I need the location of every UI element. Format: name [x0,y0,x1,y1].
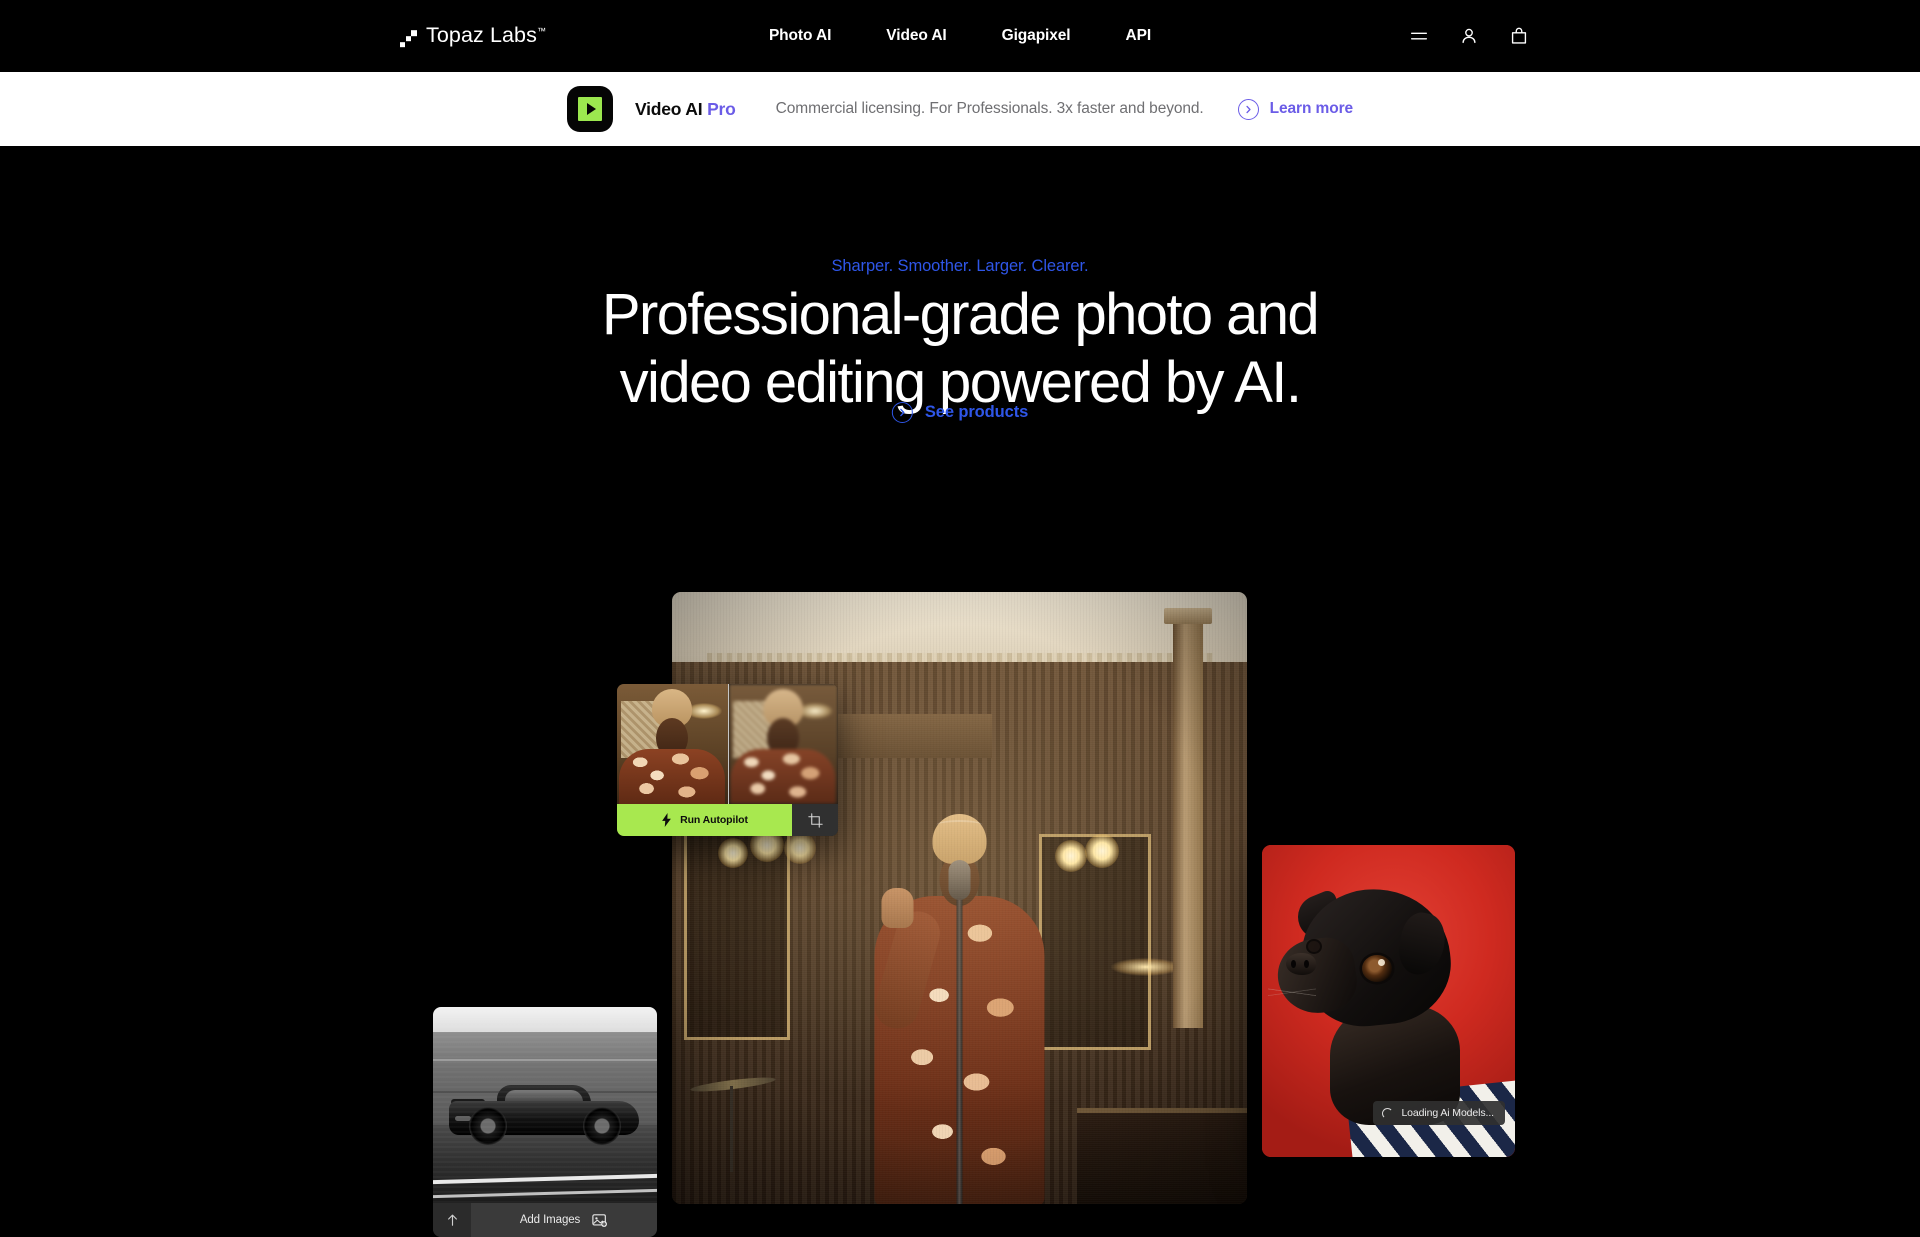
portrait-image [728,684,838,804]
add-image-icon [592,1213,608,1227]
logo-wordmark-text: Topaz Labs [426,23,537,48]
learn-more-label: Learn more [1269,100,1354,117]
scene-microphone [948,860,971,1204]
lightning-bolt-icon [662,813,672,827]
scene-sconce-bulb [784,832,816,864]
scene-cymbal-stand [730,1086,733,1172]
top-navigation-bar: Topaz Labs™ Photo AI Video AI Gigapixel … [0,0,1920,72]
scene-column [1164,608,1212,1028]
menu-icon[interactable] [1408,25,1430,47]
play-badge [577,97,602,121]
photo-ai-toolbar: Run Autopilot [617,804,838,836]
promo-product-name: Video AI Pro [635,99,736,120]
pug-eye-far [1308,941,1320,952]
add-images-label: Add Images [519,1214,581,1226]
scene-singer-hand [881,888,913,928]
sports-car-on-track-image [433,1007,657,1203]
track-lane-line [433,1173,657,1185]
nav-icon-group [1408,25,1530,47]
nav-link-api[interactable]: API [1126,27,1152,45]
nav-link-gigapixel[interactable]: Gigapixel [1002,27,1071,45]
scene-ceiling [672,592,1247,668]
gigapixel-toolbar: Add Images [433,1203,657,1237]
crop-tool-button[interactable] [792,804,838,836]
photo-ai-showcase-card[interactable]: Run Autopilot [617,684,838,836]
upload-button[interactable] [433,1203,471,1237]
video-ai-pro-app-icon [566,86,613,132]
scene-shelf-glow [1111,958,1181,976]
gigapixel-showcase-card[interactable]: Add Images [433,1007,657,1237]
logo-wordmark: Topaz Labs™ [426,23,546,48]
before-after-compare-view[interactable] [617,684,838,804]
portrait-patterned-dress [730,748,836,804]
scene-singer [867,814,1052,1204]
topaz-logo-mark-icon [400,30,417,48]
loading-models-toast: Loading Ai Models... [1373,1101,1505,1125]
promo-product-tier: Pro [707,98,736,119]
cart-icon[interactable] [1508,25,1530,47]
trademark-symbol: ™ [536,26,546,37]
black-pug-on-red-background-image: Loading Ai Models... [1262,845,1515,1157]
pug-whiskers [1268,975,1316,1009]
add-images-button[interactable]: Add Images [471,1213,657,1228]
promo-product-base: Video AI [634,98,703,119]
compare-pane-after [617,684,728,804]
car-wheel-rear [469,1107,507,1145]
loading-models-label: Loading Ai Models... [1401,1107,1494,1119]
chevron-right-circle-icon [1237,98,1259,120]
car-wheel-front [583,1107,621,1145]
hero-section: Sharper. Smoother. Larger. Clearer. Prof… [0,146,1920,1237]
upload-arrow-icon [447,1214,457,1226]
portrait-image [617,684,728,804]
nav-link-photo-ai[interactable]: Photo AI [769,27,831,45]
learn-more-link[interactable]: Learn more [1237,98,1354,120]
primary-nav-links: Photo AI Video AI Gigapixel API [769,27,1151,45]
promo-banner-content: Video AI Pro Commercial licensing. For P… [566,86,1354,132]
product-showcase-collage: Run Autopilot Add Images Loading Ai Mode… [0,146,1920,1237]
crop-icon [807,812,823,828]
scene-bar-counter [1077,1108,1247,1204]
promo-description: Commercial licensing. For Professionals.… [775,100,1204,117]
nav-link-video-ai[interactable]: Video AI [886,27,946,45]
scene-drum-kit [682,1064,822,1204]
compare-pane-before [727,684,838,804]
car-taillight [455,1116,471,1121]
sports-car [449,1083,639,1145]
run-autopilot-label: Run Autopilot [680,814,748,826]
track-lane-line [433,1188,657,1199]
pug-eye-near [1362,955,1392,982]
pug-portrait-showcase-card[interactable]: Loading Ai Models... [1262,845,1515,1157]
account-icon[interactable] [1458,25,1480,47]
topaz-labs-logo[interactable]: Topaz Labs™ [400,23,546,48]
pug-nose [1286,953,1316,975]
scene-sconce-bulb [1085,834,1119,868]
play-triangle-icon [586,103,596,115]
portrait-patterned-dress [619,748,726,804]
scene-sconce-bulb [1055,840,1087,872]
scene-singer-turban [932,814,987,864]
scene-sconce-bulb [718,838,748,868]
promo-banner: Video AI Pro Commercial licensing. For P… [0,72,1920,146]
loading-spinner-icon [1382,1107,1394,1119]
run-autopilot-button[interactable]: Run Autopilot [617,804,792,836]
scene-cymbal [689,1074,777,1095]
